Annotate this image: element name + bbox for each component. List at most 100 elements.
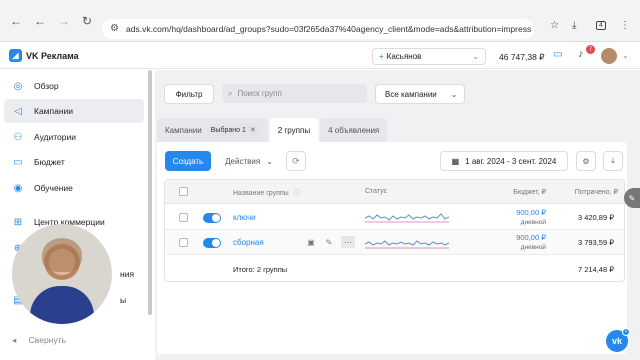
logo-text: VK Реклама <box>26 50 79 61</box>
back-arrow-icon[interactable]: ← <box>34 14 46 28</box>
account-name: Касьянов <box>386 52 422 61</box>
budget-cell[interactable]: 900,00 ₽ дневной <box>516 208 546 228</box>
pencil-icon[interactable]: ✎ <box>323 236 335 248</box>
tab-groups[interactable]: 2 группы <box>269 118 319 142</box>
select-all-checkbox[interactable] <box>179 187 188 196</box>
budget-value: 900,00 ₽ <box>516 208 546 217</box>
chevron-down-icon: ⌄ <box>450 89 458 99</box>
refresh-icon: ⟳ <box>292 155 300 166</box>
tab-label: 2 группы <box>277 125 311 135</box>
chevron-left-icon: ◂ <box>12 335 17 345</box>
collapse-sidebar-button[interactable]: ◂ Свернуть <box>12 335 66 346</box>
sidebar-item-audiences[interactable]: ⚇ Аудитории <box>4 125 144 149</box>
sidebar-item-overview[interactable]: ◎ Обзор <box>4 74 144 98</box>
tab-ads[interactable]: 4 объявления <box>320 118 388 142</box>
address-bar[interactable]: ⚙ ads.vk.com/hq/dashboard/ad_groups?sudo… <box>102 19 534 39</box>
back-icon[interactable]: ← <box>10 14 22 28</box>
sidebar-item-label: ы <box>120 295 127 305</box>
tab-label: 4 объявления <box>328 125 380 135</box>
vk-ads-logo[interactable]: ◢ VK Реклама <box>9 49 79 62</box>
sidebar-item-label: Обучение <box>34 183 73 193</box>
entity-tabs: Кампании Выбрано 1 ✕ 2 группы 4 объявлени… <box>157 118 389 142</box>
info-icon[interactable]: ⓘ <box>294 190 301 197</box>
sidebar-scrollbar[interactable] <box>148 70 152 315</box>
edge-panel-toggle[interactable]: ✎ <box>624 188 640 208</box>
wallet-icon[interactable]: ▭ <box>553 49 562 60</box>
table-total-row: Итого: 2 группы 7 214,48 ₽ <box>165 255 624 282</box>
forward-icon[interactable]: → <box>58 14 70 28</box>
bell-icon[interactable]: ♪ <box>578 48 584 60</box>
search-icon: ⌕ <box>228 88 233 98</box>
cart-icon: ⊞ <box>13 216 23 228</box>
group-name-link[interactable]: сборная <box>233 238 264 247</box>
download-icon: ⤓ <box>611 156 615 165</box>
chat-badge-icon: • <box>622 328 630 336</box>
url-text: ads.vk.com/hq/dashboard/ad_groups?sudo=0… <box>126 24 532 34</box>
create-label: Создать <box>172 156 204 166</box>
chevron-down-icon[interactable]: ⌄ <box>622 51 629 60</box>
sidebar-item-campaigns[interactable]: ◁ Кампании <box>4 99 144 123</box>
chevron-down-icon: ⌄ <box>266 156 273 166</box>
campaigns-select-value: Все кампании <box>385 89 437 99</box>
row-checkbox[interactable] <box>179 238 188 247</box>
total-spent: 7 214,48 ₽ <box>577 265 614 274</box>
table-row[interactable]: ключи 900,00 ₽ дневной 3 420,89 ₽ <box>165 205 624 230</box>
date-range-picker[interactable]: ▦ 1 авг. 2024 - 3 сент. 2024 <box>440 151 568 171</box>
app-header: ◢ VK Реклама + Касьянов ⌄ 46 747,38 ₽ ▭ … <box>0 43 640 69</box>
export-button[interactable]: ⤓ <box>603 151 623 171</box>
graduation-cap-icon: ◉ <box>13 182 23 194</box>
bookmark-star-icon[interactable]: ☆ <box>550 20 559 31</box>
column-header-status[interactable]: Статус <box>365 188 387 195</box>
sidebar-item-label: Аудитории <box>34 132 76 142</box>
webcam-hair <box>42 238 82 272</box>
download-icon[interactable]: ⤓ <box>572 20 576 31</box>
avatar[interactable] <box>601 48 617 64</box>
column-header-label: Название группы <box>233 190 289 197</box>
notification-badge: 7 <box>586 45 595 54</box>
groups-table: Название группы ⓘ Статус Бюджет, ₽ Потра… <box>164 179 625 282</box>
column-header-spent[interactable]: Потрачено, ₽ <box>575 188 618 196</box>
sidebar-item-learning[interactable]: ◉ Обучение <box>4 176 144 200</box>
budget-period: дневной <box>520 219 546 226</box>
column-header-name[interactable]: Название группы ⓘ <box>233 188 301 198</box>
table-row[interactable]: сборная ▣ ✎ ⋯ 900,00 ₽ дневной 3 793,59 … <box>165 230 624 255</box>
actions-dropdown[interactable]: Действия ⌄ <box>219 151 279 171</box>
settings-button[interactable]: ⚙ <box>576 151 596 171</box>
users-icon: ⚇ <box>13 131 23 143</box>
image-icon[interactable]: ▣ <box>305 236 317 248</box>
sidebar-item-budget[interactable]: ▭ Бюджет <box>4 150 144 174</box>
calendar-icon: ▦ <box>451 156 460 166</box>
sidebar-item-label: Обзор <box>34 81 59 91</box>
tab-count[interactable]: 4 <box>596 21 606 30</box>
campaigns-select[interactable]: Все кампании ⌄ <box>375 84 465 104</box>
budget-cell[interactable]: 900,00 ₽ дневной <box>516 233 546 253</box>
selection-chip[interactable]: Выбрано 1 ✕ <box>206 124 260 136</box>
group-toggle[interactable] <box>203 238 221 248</box>
row-checkbox[interactable] <box>179 213 188 222</box>
row-actions: ▣ ✎ ⋯ <box>305 236 355 248</box>
close-icon[interactable]: ✕ <box>250 127 256 134</box>
account-selector[interactable]: + Касьянов ⌄ <box>372 48 486 65</box>
sidebar-item-label: Кампании <box>34 106 74 116</box>
refresh-button[interactable]: ⟳ <box>286 151 306 171</box>
pencil-icon: ✎ <box>628 193 636 203</box>
budget-period: дневной <box>520 244 546 251</box>
filter-button[interactable]: Фильтр <box>164 84 214 104</box>
column-header-budget[interactable]: Бюджет, ₽ <box>513 188 546 196</box>
more-icon[interactable]: ⋯ <box>341 236 355 248</box>
group-toggle[interactable] <box>203 213 221 223</box>
vk-chat-button[interactable]: vk • <box>606 328 630 352</box>
tab-campaigns[interactable]: Кампании Выбрано 1 ✕ <box>157 118 268 142</box>
browser-menu-icon[interactable]: ⋮ <box>620 20 630 31</box>
sidebar-item-label: ния <box>120 269 135 279</box>
create-button[interactable]: Создать <box>165 151 211 171</box>
vk-logo-icon: vk <box>611 336 622 346</box>
spent-value: 3 420,89 ₽ <box>577 213 614 222</box>
chip-label: Выбрано 1 <box>210 127 246 134</box>
site-settings-icon[interactable]: ⚙ <box>110 23 119 34</box>
budget-value: 900,00 ₽ <box>516 233 546 242</box>
table-header: Название группы ⓘ Статус Бюджет, ₽ Потра… <box>165 180 624 204</box>
reload-icon[interactable]: ↻ <box>82 14 92 28</box>
group-name-link[interactable]: ключи <box>233 213 256 222</box>
search-input[interactable]: ⌕ Поиск групп <box>222 84 367 103</box>
